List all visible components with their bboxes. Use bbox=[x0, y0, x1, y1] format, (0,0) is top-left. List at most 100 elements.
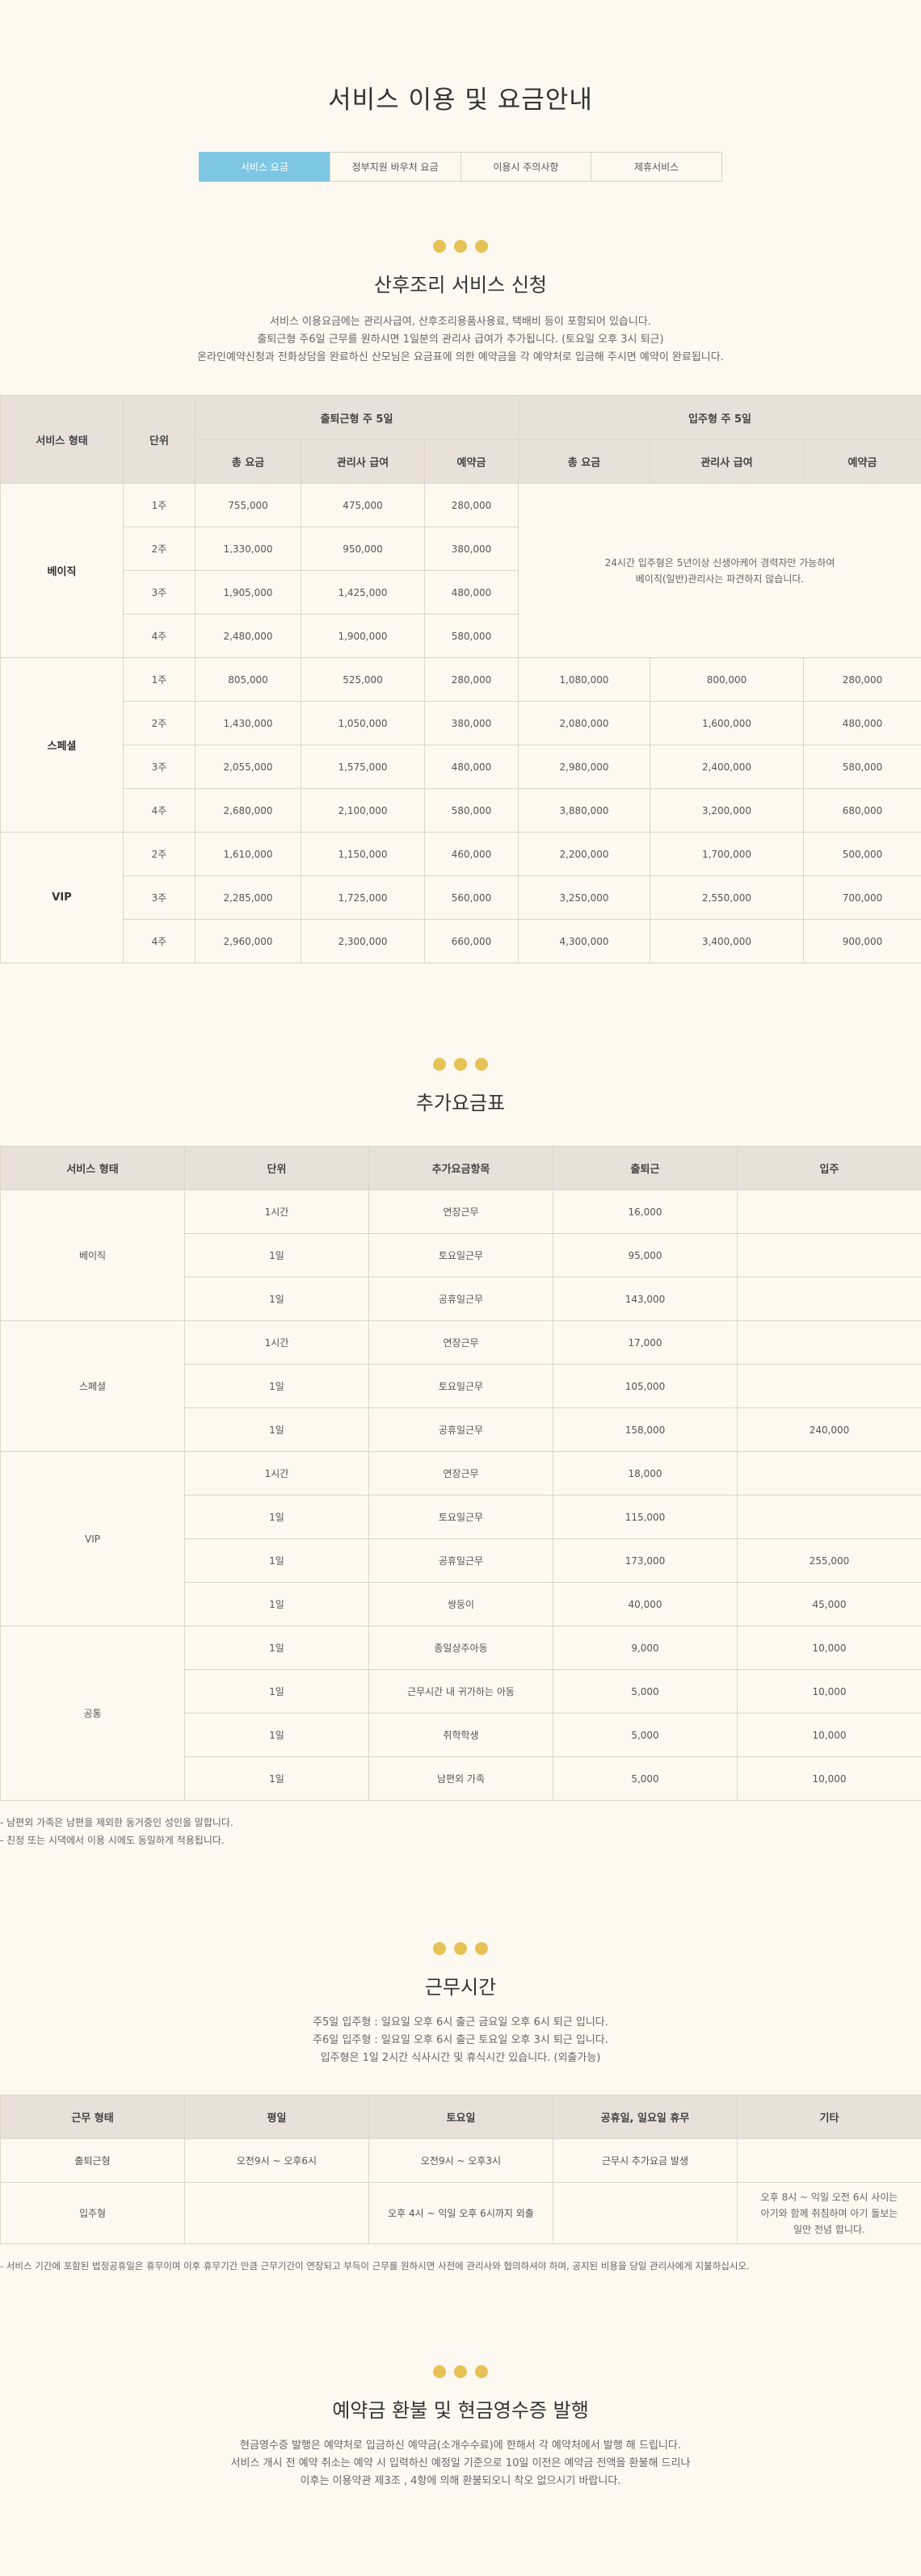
table-cell: 1일 bbox=[184, 1538, 369, 1583]
table-cell: 2,960,000 bbox=[195, 919, 301, 963]
table-row: 2주 1,430,000 1,050,000 380,000 2,080,000 1,60… bbox=[1, 701, 921, 745]
table-cell: 280,000 bbox=[424, 657, 519, 702]
table-cell: 근무시간 내 귀가하는 아동 bbox=[368, 1669, 553, 1714]
table-cell: 출퇴근형 bbox=[0, 2138, 185, 2183]
col-service-type: 서비스 형태 bbox=[0, 395, 124, 484]
table-cell: 680,000 bbox=[803, 788, 921, 833]
table-cell: 380,000 bbox=[424, 701, 519, 745]
apply-section: 산후조리 서비스 신청 서비스 이용요금에는 관리사급여, 산후조리용품사용료,… bbox=[0, 240, 921, 367]
hours-section: 근무시간 주5일 입주형 : 일요일 오후 6시 출근 금요일 오후 6시 퇴근… bbox=[0, 1942, 921, 2067]
table-cell: 3,200,000 bbox=[650, 788, 804, 833]
table-cell: 1일 bbox=[184, 1582, 369, 1626]
table-cell: 560,000 bbox=[424, 875, 519, 920]
hours-note: - 서비스 기간에 포함된 법정공휴일은 휴무이며 이후 휴무기간 만큼 근무기… bbox=[0, 2257, 750, 2275]
table-cell: 2,055,000 bbox=[195, 745, 301, 789]
refund-section: 예약금 환불 및 현금영수증 발행 현금영수증 발행은 예약처로 입금하신 예약… bbox=[0, 2365, 921, 2490]
col-commute: 출퇴근 bbox=[553, 1146, 738, 1190]
table-row: 4주 2,960,000 2,300,000 660,000 4,300,000 3,40… bbox=[1, 919, 921, 963]
col-service-type: 서비스 형태 bbox=[0, 1146, 185, 1190]
table-cell: 240,000 bbox=[737, 1408, 921, 1452]
col-commute: 출퇴근형 주 5일 bbox=[195, 395, 519, 440]
col-work-type: 근무 형태 bbox=[0, 2095, 185, 2139]
table-cell: 2,100,000 bbox=[301, 788, 425, 833]
table-cell: 4주 bbox=[123, 614, 196, 658]
table-cell: 공휴일근무 bbox=[368, 1538, 553, 1583]
table-cell: 10,000 bbox=[737, 1756, 921, 1801]
col-deposit: 예약금 bbox=[803, 439, 921, 484]
table-cell: 950,000 bbox=[301, 527, 425, 571]
service-type-cell: 공통 bbox=[0, 1626, 185, 1801]
table-cell bbox=[737, 1189, 921, 1234]
table-cell: 1,600,000 bbox=[650, 701, 804, 745]
table-cell: 오전9시 ~ 오후3시 bbox=[368, 2138, 553, 2183]
table-row: 스페셜 1시간 연장근무 17,000 bbox=[0, 1320, 921, 1452]
table-cell: 2,400,000 bbox=[650, 745, 804, 789]
dots-decoration bbox=[0, 1942, 921, 1955]
col-deposit: 예약금 bbox=[424, 439, 519, 484]
table-cell: 40,000 bbox=[553, 1582, 738, 1626]
table-cell: 2주 bbox=[123, 527, 196, 571]
table-cell: 2,980,000 bbox=[518, 745, 650, 789]
table-cell: 4,300,000 bbox=[518, 919, 650, 963]
apply-title: 산후조리 서비스 신청 bbox=[374, 274, 547, 296]
table-cell: 2주 bbox=[123, 832, 196, 876]
table-cell: 1,150,000 bbox=[301, 832, 425, 876]
table-cell: 1,900,000 bbox=[301, 614, 425, 658]
table-cell: 1,425,000 bbox=[301, 570, 425, 615]
table-cell: 남편외 가족 bbox=[368, 1756, 553, 1801]
table-cell: 4주 bbox=[123, 919, 196, 963]
table-cell bbox=[737, 2138, 921, 2183]
table-cell: 1,080,000 bbox=[518, 657, 650, 702]
col-unit: 단위 bbox=[184, 1146, 369, 1190]
table-cell: 255,000 bbox=[737, 1538, 921, 1583]
table-row: 공통 1일 종일상주아동 9,000 10,000 bbox=[0, 1626, 921, 1801]
col-live-in: 입주 bbox=[737, 1146, 921, 1190]
table-cell: 10,000 bbox=[737, 1626, 921, 1670]
table-cell: 1일 bbox=[184, 1626, 369, 1670]
table-cell: 오후 4시 ~ 익일 오후 6시까지 외출 bbox=[368, 2182, 553, 2244]
table-cell: 18,000 bbox=[553, 1451, 738, 1496]
table-cell: 1,330,000 bbox=[195, 527, 301, 571]
table-cell: 연장근무 bbox=[368, 1320, 553, 1365]
table-cell: 17,000 bbox=[553, 1320, 738, 1365]
table-row: 4주 2,680,000 2,100,000 580,000 3,880,000 3,20… bbox=[1, 788, 921, 833]
tab-service-fee[interactable]: 서비스 요금 bbox=[199, 152, 330, 182]
refund-title: 예약금 환불 및 현금영수증 발행 bbox=[332, 2399, 589, 2422]
table-cell: 660,000 bbox=[424, 919, 519, 963]
table-cell: 2,300,000 bbox=[301, 919, 425, 963]
tab-partner-service[interactable]: 제휴서비스 bbox=[591, 152, 722, 182]
table-cell bbox=[737, 1495, 921, 1539]
dots-decoration bbox=[0, 2365, 921, 2378]
extra-note: - 남편외 가족은 남편을 제외한 동거중인 성인을 말합니다. bbox=[0, 1817, 233, 1828]
hours-title: 근무시간 bbox=[424, 1976, 497, 1999]
table-cell: 5,000 bbox=[553, 1669, 738, 1714]
extra-title: 추가요금표 bbox=[415, 1092, 506, 1114]
table-cell: 1일 bbox=[184, 1495, 369, 1539]
col-salary: 관리사 급여 bbox=[650, 439, 804, 484]
refund-desc-line: 서비스 개시 전 예약 취소는 예약 시 입력하신 예정일 기준으로 10일 이… bbox=[230, 2457, 691, 2469]
tab-precautions[interactable]: 이용시 주의사항 bbox=[460, 152, 592, 182]
table-cell: 공휴일근무 bbox=[368, 1408, 553, 1452]
page: 서비스 이용 및 요금안내 서비스 요금 정부지원 바우처 요금 이용시 주의사… bbox=[0, 0, 921, 2576]
table-cell: 1일 bbox=[184, 1408, 369, 1452]
table-cell: 2,480,000 bbox=[195, 614, 301, 658]
table-cell: 연장근무 bbox=[368, 1451, 553, 1496]
table-cell bbox=[737, 1277, 921, 1321]
table-cell: 755,000 bbox=[195, 483, 301, 527]
page-title: 서비스 이용 및 요금안내 bbox=[328, 86, 593, 115]
table-cell: 오후 8시 ~ 익일 오전 6시 사이는 아기와 함께 취침하며 아기 돌보는 … bbox=[737, 2182, 921, 2244]
table-cell: 475,000 bbox=[301, 483, 425, 527]
table-cell: 380,000 bbox=[424, 527, 519, 571]
table-cell: 종일상주아동 bbox=[368, 1626, 553, 1670]
table-cell: 5,000 bbox=[553, 1756, 738, 1801]
table-cell: 115,000 bbox=[553, 1495, 738, 1539]
table-row: 입주형 오후 4시 ~ 익일 오후 6시까지 외출 오후 8시 ~ 익일 오전 … bbox=[0, 2182, 921, 2244]
dots-decoration bbox=[0, 240, 921, 253]
table-cell: 3,400,000 bbox=[650, 919, 804, 963]
tab-voucher-fee[interactable]: 정부지원 바우처 요금 bbox=[329, 152, 461, 182]
table-cell: 쌍둥이 bbox=[368, 1582, 553, 1626]
col-unit: 단위 bbox=[123, 395, 196, 484]
apply-desc-line: 서비스 이용요금에는 관리사급여, 산후조리용품사용료, 택배비 등이 포함되어… bbox=[270, 316, 651, 328]
extra-notes: - 남편외 가족은 남편을 제외한 동거중인 성인을 말합니다. - 친정 또는… bbox=[0, 1814, 233, 1849]
table-cell: 2,080,000 bbox=[518, 701, 650, 745]
